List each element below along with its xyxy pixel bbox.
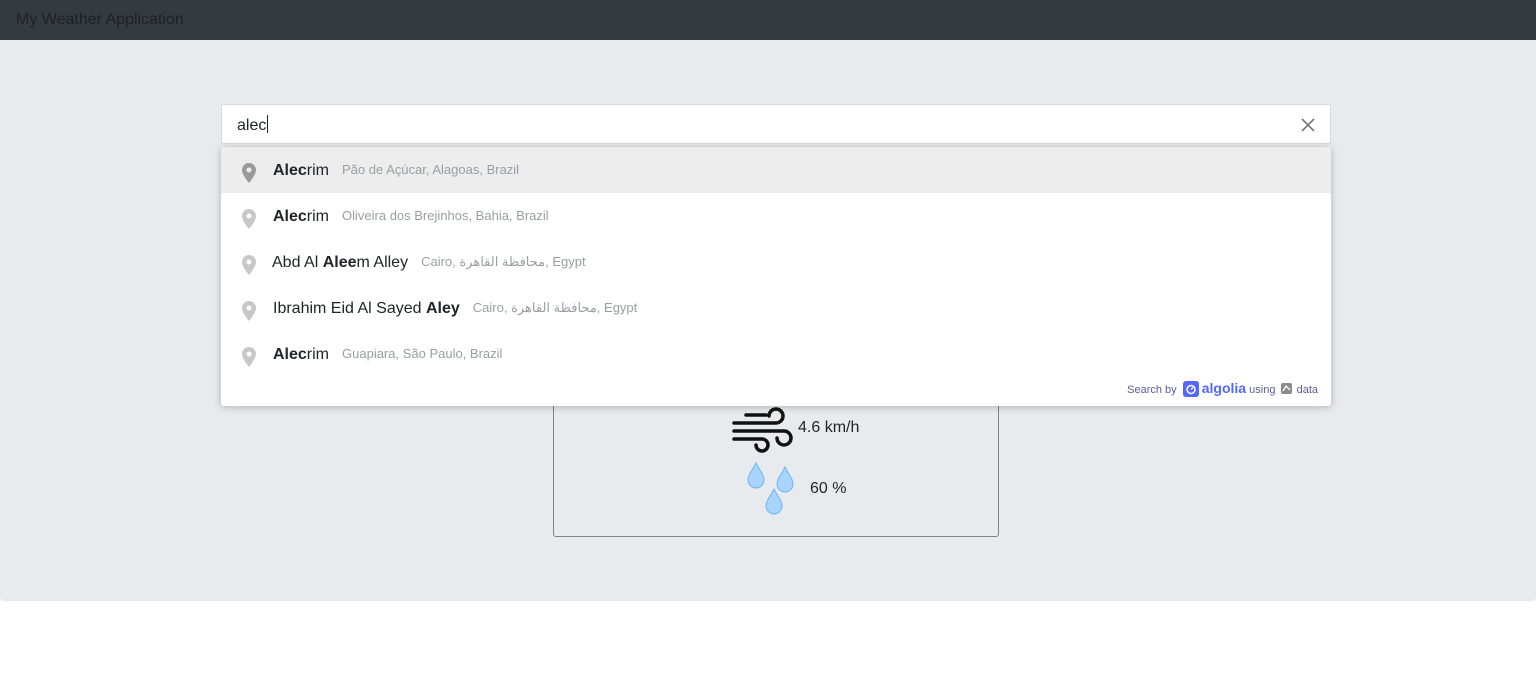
attribution-using: using — [1249, 384, 1276, 396]
suggestion-address: Cairo, محافظة القاهرة, Egypt — [421, 254, 586, 269]
openstreetmap-icon — [1280, 383, 1292, 394]
suggestion-item[interactable]: Ibrahim Eid Al Sayed Aley Cairo, محافظة ا… — [221, 285, 1331, 331]
suggestion-label: Alecrim Oliveira dos Brejinhos, Bahia, Br… — [273, 208, 549, 225]
wind-icon — [732, 407, 793, 453]
suggestion-item[interactable]: Alecrim Oliveira dos Brejinhos, Bahia, Br… — [221, 193, 1331, 239]
suggestion-label: Abd Al Aleem Alley Cairo, محافظة القاهرة,… — [272, 254, 586, 271]
navbar: My Weather Application — [0, 0, 1536, 40]
suggestions-dropdown: Alecrim Pão de Açúcar, Alagoas, Brazil Al… — [221, 147, 1331, 406]
water-drops-icon — [747, 461, 794, 515]
search-input-value: alec — [237, 115, 269, 134]
algolia-brand: algolia — [1201, 380, 1247, 396]
map-pin-icon — [242, 209, 256, 229]
algolia-logo-icon — [1182, 381, 1199, 397]
algolia-attribution[interactable]: Search by algolia using data — [1127, 380, 1318, 398]
text-caret — [267, 115, 269, 133]
map-pin-icon — [242, 163, 256, 183]
map-pin-icon — [242, 255, 256, 275]
wind-speed-value: 4.6 km/h — [798, 419, 860, 436]
humidity-value: 60 % — [810, 480, 847, 497]
suggestion-item[interactable]: Alecrim Pão de Açúcar, Alagoas, Brazil — [221, 147, 1331, 193]
app-title[interactable]: My Weather Application — [16, 10, 184, 30]
suggestion-address: Pão de Açúcar, Alagoas, Brazil — [342, 162, 520, 177]
suggestion-item[interactable]: Alecrim Guapiara, São Paulo, Brazil — [221, 331, 1331, 377]
attribution-data: data — [1296, 384, 1318, 396]
search-input[interactable]: alec — [221, 104, 1331, 144]
suggestion-address: Guapiara, São Paulo, Brazil — [342, 346, 503, 361]
suggestion-label: Alecrim Guapiara, São Paulo, Brazil — [273, 346, 503, 363]
suggestion-label: Alecrim Pão de Açúcar, Alagoas, Brazil — [273, 162, 520, 179]
map-pin-icon — [242, 301, 256, 321]
map-pin-icon — [242, 347, 256, 367]
suggestion-item[interactable]: Abd Al Aleem Alley Cairo, محافظة القاهرة,… — [221, 239, 1331, 285]
suggestion-label: Ibrahim Eid Al Sayed Aley Cairo, محافظة ا… — [273, 300, 638, 317]
close-icon[interactable] — [1298, 115, 1318, 135]
attribution-prefix: Search by — [1127, 384, 1177, 396]
suggestion-address: Cairo, محافظة القاهرة, Egypt — [472, 300, 638, 315]
suggestion-address: Oliveira dos Brejinhos, Bahia, Brazil — [342, 208, 549, 223]
